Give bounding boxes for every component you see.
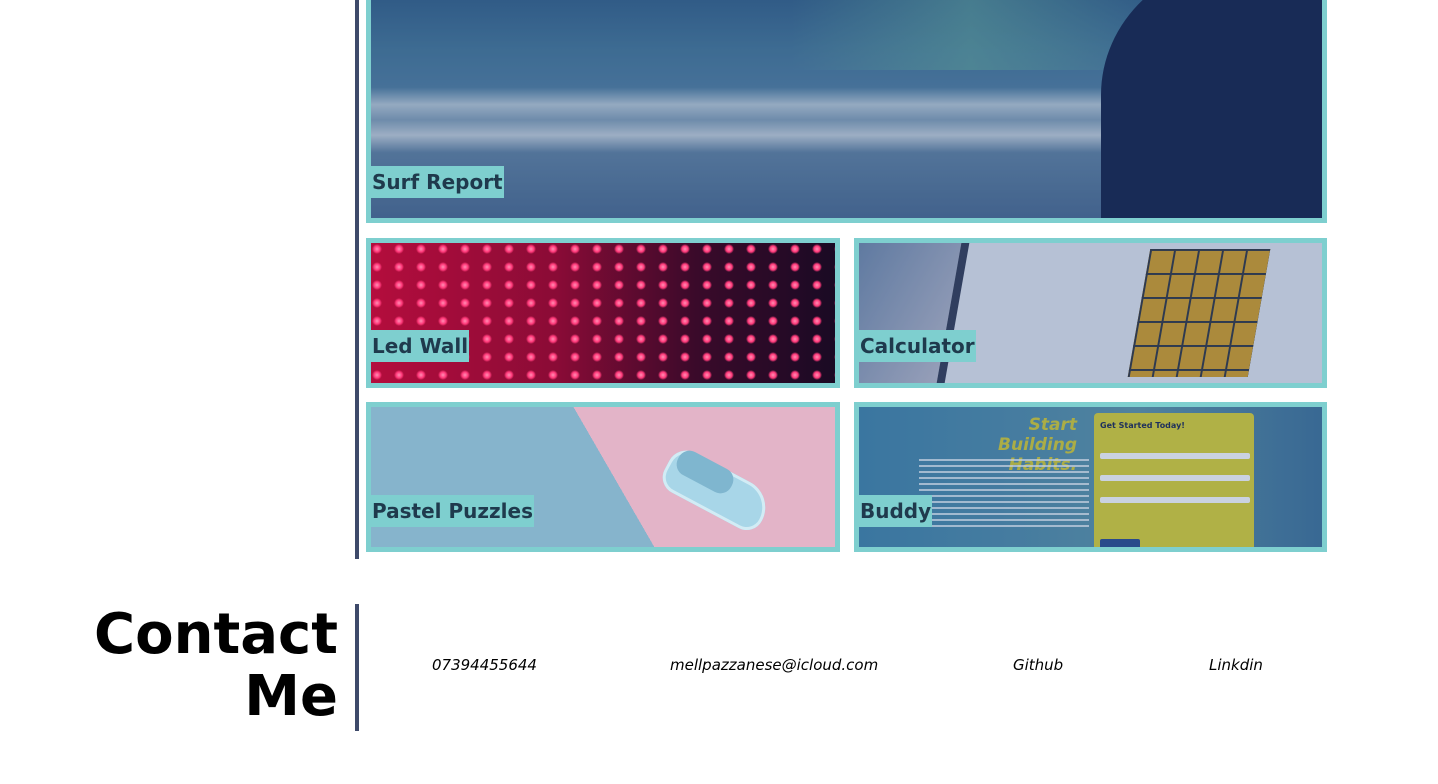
contact-heading: Contact Me xyxy=(94,602,338,729)
projects-divider xyxy=(355,0,359,559)
project-title[interactable]: Led Wall xyxy=(371,330,470,362)
phone-link[interactable]: 07394455644 xyxy=(432,656,537,674)
project-title[interactable]: Pastel Puzzles xyxy=(371,495,534,527)
project-title[interactable]: Buddy xyxy=(859,495,933,527)
project-card-calculator[interactable]: Calculator xyxy=(854,238,1327,388)
github-link[interactable]: Github xyxy=(1013,656,1063,674)
email-link[interactable]: mellpazzanese@icloud.com xyxy=(670,656,878,674)
contact-divider xyxy=(355,604,359,731)
project-card-pastel-puzzles[interactable]: Pastel Puzzles xyxy=(366,402,840,552)
project-title[interactable]: Surf Report xyxy=(371,166,504,198)
project-title[interactable]: Calculator xyxy=(859,330,976,362)
project-card-led-wall[interactable]: Led Wall xyxy=(366,238,840,388)
project-card-surf-report[interactable]: Surf Report xyxy=(366,0,1327,223)
project-card-buddy[interactable]: Start Building Habits. Get Started Today… xyxy=(854,402,1327,552)
linkedin-link[interactable]: Linkdin xyxy=(1209,656,1263,674)
led-wall-image xyxy=(371,243,835,383)
